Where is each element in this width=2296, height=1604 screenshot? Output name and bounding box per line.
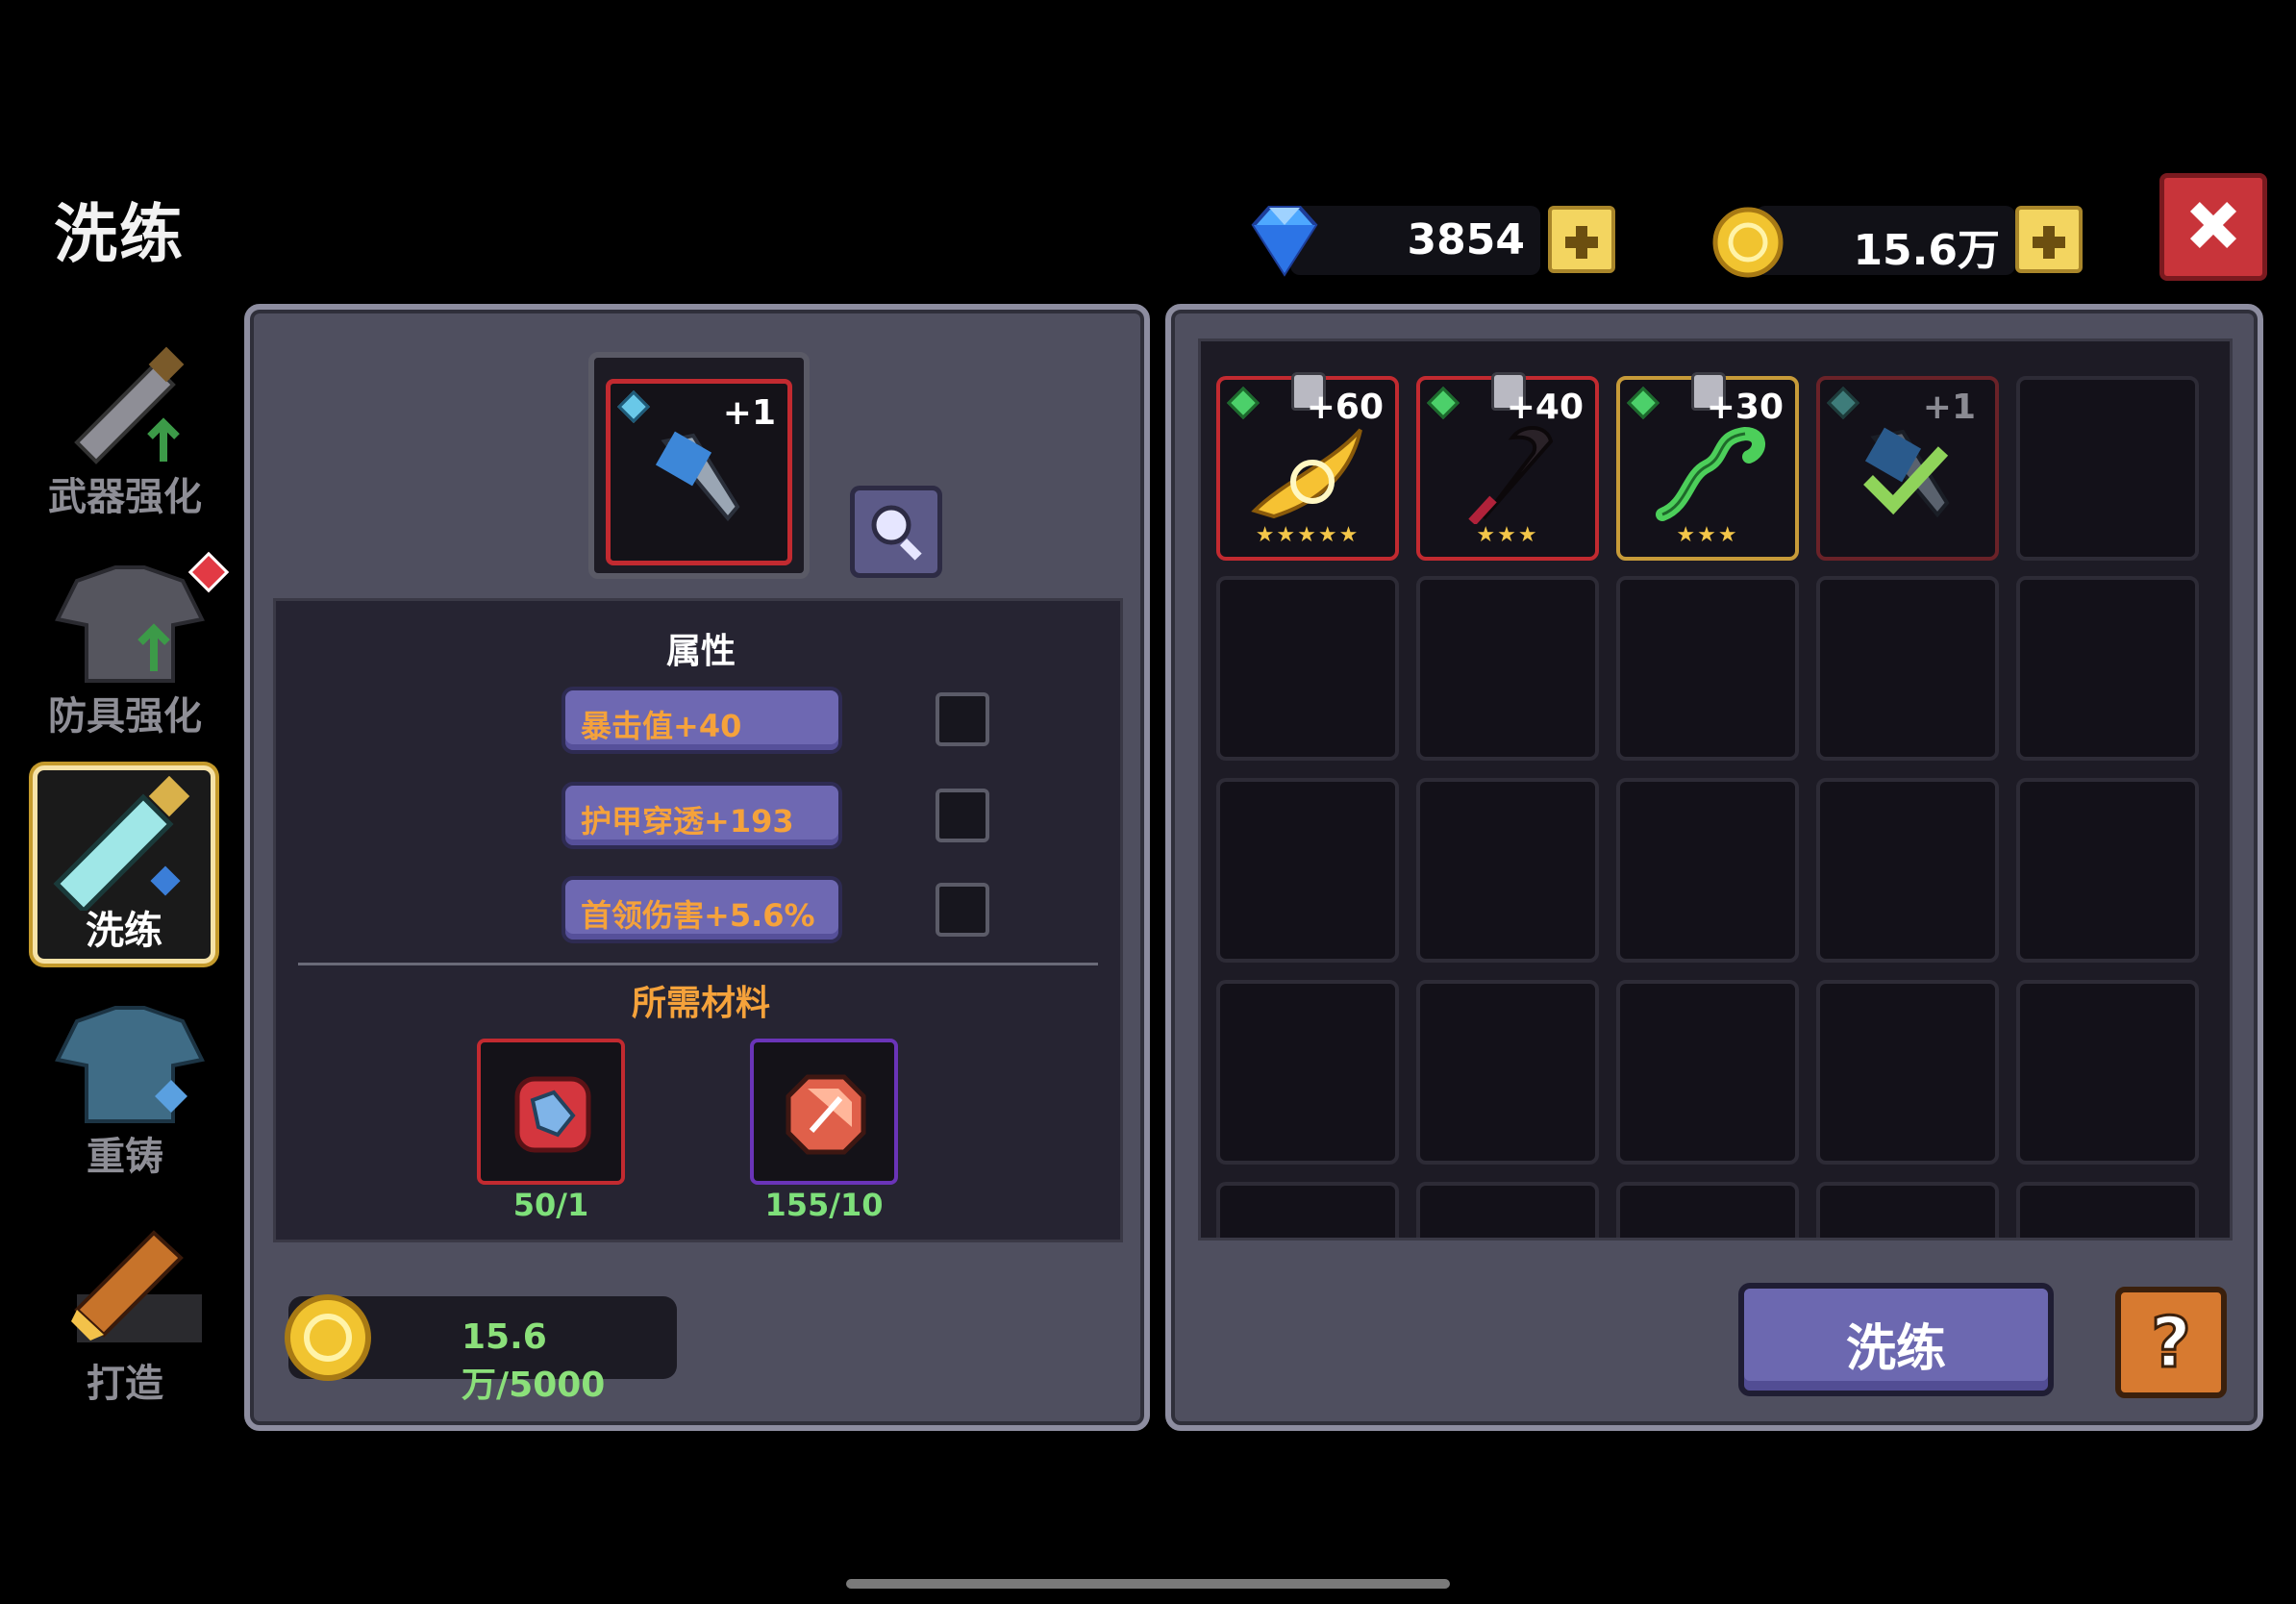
attribute-row-boss-dmg: 首领伤害+5.6% [562,876,842,943]
forge-icon [71,1230,202,1342]
red-gem-material-icon [786,1074,866,1155]
coin-icon [1712,207,1784,278]
refine-button-label: 洗练 [1845,1320,1946,1378]
coin-amount: 15.6万 [1853,226,2000,275]
nav-label: 洗练 [86,909,162,953]
nav-armor-upgrade[interactable]: 防具强化 [29,546,230,739]
inventory-empty-slot[interactable] [1816,980,1999,1165]
lock-attribute-checkbox[interactable] [936,789,989,842]
dark-scythe-icon [1468,426,1554,524]
inventory-empty-slot[interactable] [2016,1182,2199,1238]
inventory-grid: +60 ★★★★★ +40 ★★★ +30 ★★★ +1 [1198,338,2233,1241]
material-count: 155/10 [764,1187,884,1223]
coin-counter: 15.6万 [1711,202,2096,279]
inventory-empty-slot[interactable] [1416,778,1599,963]
golden-blade-icon [1251,428,1362,519]
attribute-text: 首领伤害+5.6% [581,897,815,934]
armor-upgrade-icon [55,565,205,683]
close-button[interactable] [2159,173,2267,281]
materials-heading: 所需材料 [631,984,770,1023]
item-stars: ★★★ [1476,523,1539,547]
nav-label: 打造 [87,1362,163,1406]
inventory-item[interactable]: +60 ★★★★★ [1216,372,1399,561]
inventory-empty-slot[interactable] [1616,778,1799,963]
nav-label: 防具强化 [48,694,202,739]
gem-socket-icon [1427,387,1460,419]
inventory-empty-slot[interactable] [2016,778,2199,963]
green-serpent-icon [1656,426,1765,521]
inventory-item-selected[interactable]: +1 [1816,376,1999,561]
inventory-empty-slot[interactable] [2016,576,2199,761]
inventory-empty-slot[interactable] [1816,778,1999,963]
blue-dagger-icon [655,431,740,522]
inventory-empty-slot[interactable] [1216,1182,1399,1238]
inventory-empty-slot[interactable] [1416,980,1599,1165]
recast-armor-icon [55,1006,205,1123]
nav-refine[interactable]: 洗练 [33,765,215,964]
coin-cost-text: 15.6万/5000 [462,1317,606,1405]
inventory-empty-slot[interactable] [1216,778,1399,963]
inspect-button[interactable] [850,486,942,578]
lock-attribute-checkbox[interactable] [936,692,989,746]
coin-cost-bar: 15.6万/5000 [285,1294,677,1405]
inventory-item[interactable]: +40 ★★★ [1416,372,1599,561]
attribute-text: 暴击值+40 [581,708,742,744]
material-slot[interactable] [750,1039,898,1185]
lock-attribute-checkbox[interactable] [936,883,989,937]
inventory-empty-slot[interactable] [1416,576,1599,761]
inventory-empty-slot[interactable] [1616,980,1799,1165]
nav-recast[interactable]: 重铸 [29,987,221,1179]
item-plus: +60 [1306,388,1384,427]
gem-socket-icon [1227,387,1260,419]
nav-label: 武器强化 [48,475,202,519]
inventory-empty-slot[interactable] [1816,1182,1999,1238]
selected-item-slot[interactable]: +1 [606,379,792,565]
item-stars: ★★★★★ [1255,523,1360,547]
coin-icon [285,1294,371,1381]
add-gems-button[interactable] [1548,206,1615,273]
attribute-text: 护甲穿透+193 [581,803,794,840]
inventory-empty-slot[interactable] [2016,376,2199,561]
divider [298,963,1098,965]
red-ore-material-icon [514,1076,591,1153]
gem-counter: 3854 [1246,202,1621,279]
help-button[interactable]: ? [2115,1287,2227,1398]
inventory-item[interactable]: +30 ★★★ [1616,372,1799,561]
refine-button[interactable]: 洗练 [1738,1283,2054,1396]
gem-socket-icon [1827,387,1859,419]
attribute-row-armor-pen: 护甲穿透+193 [562,782,842,849]
gem-socket-icon [1627,387,1660,419]
inventory-empty-slot[interactable] [1816,576,1999,761]
diamond-icon [1251,206,1318,277]
inventory-empty-slot[interactable] [1216,980,1399,1165]
home-indicator[interactable] [846,1579,1450,1589]
page-title: 洗练 [54,197,185,271]
magnifier-icon [871,505,922,561]
gem-amount: 3854 [1407,215,1525,264]
item-stars: ★★★ [1676,523,1739,547]
add-coins-button[interactable] [2015,206,2083,273]
help-icon: ? [2150,1301,2193,1385]
material-slot[interactable] [477,1039,625,1185]
attribute-row-crit: 暴击值+40 [562,687,842,754]
inventory-empty-slot[interactable] [1616,576,1799,761]
gem-socket-icon [617,390,650,423]
inventory-empty-slot[interactable] [1216,576,1399,761]
refine-sword-icon [53,776,190,911]
attributes-heading: 属性 [665,632,736,671]
inventory-empty-slot[interactable] [1416,1182,1599,1238]
inventory-empty-slot[interactable] [2016,980,2199,1165]
nav-label: 重铸 [87,1135,163,1179]
blue-dagger-selected-icon [1863,427,1950,518]
inventory-empty-slot[interactable] [1616,1182,1799,1238]
nav-forge[interactable]: 打造 [29,1214,221,1406]
sword-upgrade-icon [74,346,185,464]
nav-weapon-upgrade[interactable]: 武器强化 [29,327,221,519]
material-count: 50/1 [512,1187,589,1223]
